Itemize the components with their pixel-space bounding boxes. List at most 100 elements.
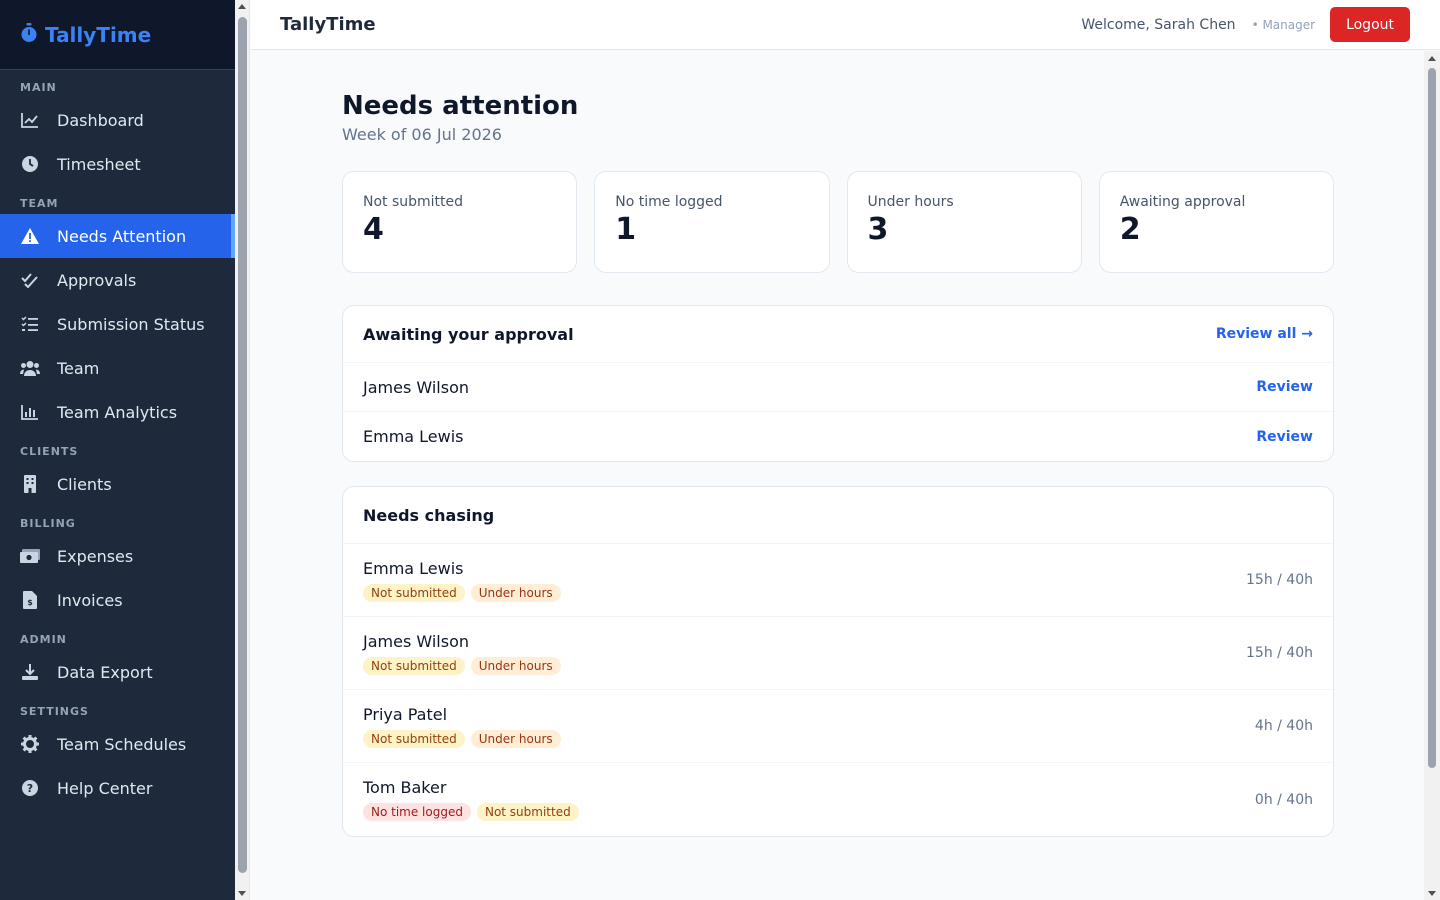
sidebar-item-label: Invoices	[57, 590, 123, 610]
welcome-text: Welcome, Sarah Chen	[1081, 16, 1236, 33]
stopwatch-icon	[20, 22, 45, 47]
stat-label: Under hours	[867, 194, 954, 210]
download-icon	[20, 662, 40, 682]
employee-name: Emma Lewis	[363, 427, 464, 446]
warning-icon	[20, 226, 40, 246]
status-badge: Under hours	[470, 729, 561, 748]
invoice-icon: $	[20, 590, 40, 610]
hours-logged: 4h / 40h	[1254, 718, 1313, 734]
sidebar-item-expenses[interactable]: Expenses	[0, 534, 235, 578]
status-badge: Not submitted	[476, 803, 579, 821]
approval-card-header: Awaiting your approval Review all →	[343, 306, 1333, 363]
sidebar-item-needs-attention[interactable]: Needs Attention	[0, 214, 235, 258]
user-role: • Manager	[1251, 17, 1316, 32]
hours-logged: 0h / 40h	[1254, 791, 1313, 808]
main-scrollbar[interactable]	[1424, 51, 1440, 900]
sidebar-item-label: Data Export	[57, 662, 153, 682]
sidebar-item-help-center[interactable]: ? Help Center	[0, 766, 235, 810]
chasing-row: Priya Patel Not submitted Under hours 4h…	[343, 690, 1333, 763]
sidebar-item-label: Expenses	[57, 546, 134, 566]
stat-label: No time logged	[615, 194, 723, 210]
scrollbar-thumb[interactable]	[238, 17, 247, 873]
stat-value: 1	[615, 212, 637, 247]
review-link[interactable]: Review	[1256, 429, 1313, 445]
scroll-up-arrow-icon[interactable]	[1428, 56, 1436, 61]
user-area: Welcome, Sarah Chen • Manager Logout	[1081, 7, 1410, 42]
stat-value: 4	[363, 212, 384, 247]
sidebar-item-label: Team Analytics	[57, 402, 178, 422]
sidebar-item-approvals[interactable]: Approvals	[0, 258, 235, 302]
stat-card-under-hours: Under hours 3	[846, 171, 1082, 273]
svg-text:$: $	[27, 598, 33, 607]
stat-label: Not submitted	[363, 194, 464, 210]
sidebar-item-invoices[interactable]: $ Invoices	[0, 578, 235, 622]
logout-button[interactable]: Logout	[1330, 7, 1410, 42]
sidebar-scrollbar[interactable]	[235, 0, 250, 900]
sidebar-item-timesheet[interactable]: Timesheet	[0, 142, 235, 186]
scrollbar-thumb[interactable]	[1428, 68, 1436, 768]
svg-text:?: ?	[27, 782, 33, 795]
sidebar-item-clients[interactable]: Clients	[0, 462, 235, 506]
stats-row: Not submitted 4 No time logged 1 Under h…	[342, 171, 1334, 273]
review-all-link[interactable]: Review all →	[1216, 326, 1313, 342]
status-badge: Not submitted	[363, 583, 465, 602]
sidebar-item-label: Team Schedules	[57, 734, 187, 754]
sidebar-item-team-schedules[interactable]: Team Schedules	[0, 722, 235, 766]
review-link[interactable]: Review	[1256, 379, 1313, 395]
sidebar-item-team-analytics[interactable]: Team Analytics	[0, 390, 235, 434]
sidebar-item-label: Dashboard	[57, 110, 144, 130]
nav-section-label: ADMIN	[20, 633, 67, 646]
approval-row: James Wilson Review	[343, 363, 1333, 412]
hours-logged: 15h / 40h	[1246, 572, 1313, 588]
brand[interactable]: TallyTime	[0, 0, 235, 70]
sidebar-nav: MAIN Dashboard Timesheet TEAM Needs Attentio…	[0, 70, 235, 810]
sidebar-item-team[interactable]: Team	[0, 346, 235, 390]
chasing-card-title: Needs chasing	[363, 505, 495, 525]
scroll-down-arrow-icon[interactable]	[238, 891, 246, 896]
building-icon	[20, 474, 40, 494]
scroll-down-arrow-icon[interactable]	[1428, 891, 1436, 896]
nav-section-label: MAIN	[20, 81, 57, 94]
main-content: Needs attention Week of 06 Jul 2026 Not …	[342, 51, 1334, 837]
sidebar-item-label: Submission Status	[57, 314, 205, 334]
employee-name: Emma Lewis	[363, 558, 464, 578]
employee-name: James Wilson	[363, 631, 469, 651]
chart-line-icon	[20, 110, 40, 130]
stat-card-awaiting-approval: Awaiting approval 2	[1098, 171, 1334, 273]
topbar: TallyTime Welcome, Sarah Chen • Manager …	[251, 0, 1440, 50]
approval-row: Emma Lewis Review	[343, 412, 1333, 461]
stat-label: Awaiting approval	[1119, 194, 1246, 210]
stat-card-not-submitted: Not submitted 4	[342, 171, 578, 273]
hours-logged: 15h / 40h	[1246, 645, 1313, 661]
sidebar-item-dashboard[interactable]: Dashboard	[0, 98, 235, 142]
status-tags: No time logged Not submitted	[363, 803, 579, 821]
nav-section-label: TEAM	[20, 197, 59, 210]
stat-value: 3	[867, 212, 889, 247]
status-tags: Not submitted Under hours	[363, 729, 561, 748]
employee-name: Priya Patel	[363, 704, 448, 724]
help-icon: ?	[20, 778, 40, 798]
sidebar-item-label: Approvals	[57, 270, 137, 290]
sidebar-item-label: Team	[57, 358, 100, 378]
sidebar-item-label: Clients	[57, 474, 112, 494]
scroll-up-arrow-icon[interactable]	[238, 4, 246, 9]
chasing-card-header: Needs chasing	[343, 487, 1333, 544]
sidebar-item-submission-status[interactable]: Submission Status	[0, 302, 235, 346]
page-subtitle: Week of 06 Jul 2026	[342, 125, 502, 144]
approval-card: Awaiting your approval Review all → Jame…	[342, 305, 1334, 462]
nav-section-label: CLIENTS	[20, 445, 79, 458]
nav-section-label: SETTINGS	[20, 705, 89, 718]
status-badge: Not submitted	[363, 656, 465, 675]
chasing-card: Needs chasing Emma Lewis Not submitted U…	[342, 486, 1334, 837]
brand-name: TallyTime	[45, 22, 152, 47]
sidebar: TallyTime MAIN Dashboard Timesheet TEAM Need…	[0, 0, 235, 900]
sidebar-item-label: Needs Attention	[57, 226, 187, 246]
sidebar-item-data-export[interactable]: Data Export	[0, 650, 235, 694]
list-check-icon	[20, 314, 40, 334]
users-icon	[20, 358, 40, 378]
status-tags: Not submitted Under hours	[363, 656, 561, 675]
sidebar-item-label: Help Center	[57, 778, 153, 798]
stat-value: 2	[1119, 212, 1141, 247]
clock-icon	[20, 154, 40, 174]
sidebar-item-label: Timesheet	[57, 154, 141, 174]
